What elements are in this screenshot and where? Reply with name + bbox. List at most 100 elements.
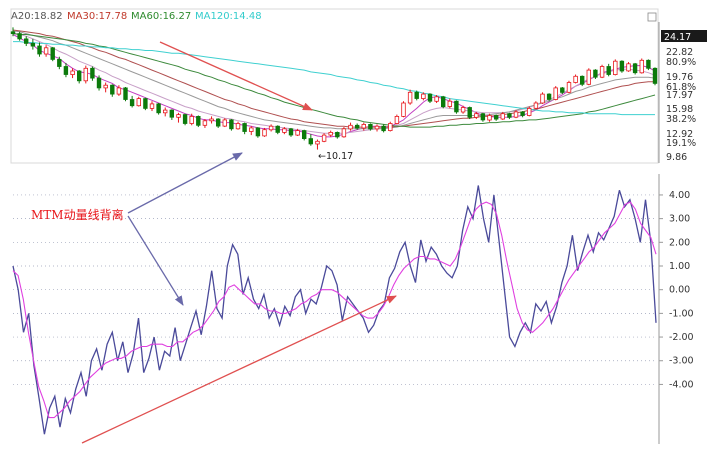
price-downtrend-arrow bbox=[159, 41, 313, 111]
candle bbox=[447, 98, 452, 109]
candle bbox=[646, 59, 651, 71]
candle bbox=[229, 119, 234, 131]
mtm-tick-label: 3.00 bbox=[669, 214, 690, 225]
candle bbox=[222, 118, 227, 128]
candle bbox=[454, 100, 459, 114]
candle bbox=[632, 62, 638, 75]
candle bbox=[341, 127, 347, 138]
candle bbox=[553, 86, 558, 101]
candle bbox=[520, 111, 525, 118]
candle bbox=[613, 59, 618, 76]
moving-average-lines bbox=[12, 29, 656, 138]
price-tick: 80.9% bbox=[666, 57, 696, 68]
candle bbox=[321, 133, 327, 143]
candle bbox=[149, 101, 155, 112]
legend-ma30: MA30:17.78 bbox=[67, 11, 127, 22]
candle bbox=[182, 113, 188, 126]
series-line-mtmma bbox=[12, 201, 657, 419]
candle bbox=[401, 101, 406, 118]
candle bbox=[90, 66, 95, 81]
candle bbox=[23, 36, 29, 47]
candle bbox=[169, 109, 174, 120]
mtm-tick-label: 1.00 bbox=[669, 261, 690, 272]
low-price-marker: ←10.17 bbox=[318, 151, 353, 162]
mtm-tick-label: 4.00 bbox=[669, 190, 690, 201]
kline-mtm-chart: A20:18.82 MA30:17.78 MA60:16.27 MA120:14… bbox=[10, 8, 707, 444]
candle bbox=[626, 62, 631, 72]
candle bbox=[440, 95, 446, 109]
ma-legend: A20:18.82 MA30:17.78 MA60:16.27 MA120:14… bbox=[11, 11, 262, 22]
candle bbox=[268, 124, 274, 132]
candle bbox=[83, 65, 88, 84]
candle bbox=[77, 70, 82, 84]
price-tick: 19.1% bbox=[666, 138, 696, 149]
series-line-mtm bbox=[12, 185, 657, 435]
legend-ma20: A20:18.82 bbox=[11, 11, 63, 22]
ma-line-ma20 bbox=[12, 30, 656, 130]
candle bbox=[209, 116, 214, 124]
price-tick: 17.97 bbox=[666, 90, 693, 101]
candle bbox=[242, 122, 247, 135]
mtm-lines bbox=[12, 185, 657, 435]
candle bbox=[196, 115, 201, 128]
divergence-arrow-to-mtm bbox=[127, 215, 184, 306]
candle bbox=[606, 63, 611, 77]
price-tick: 9.86 bbox=[666, 152, 687, 163]
candle bbox=[288, 127, 294, 137]
candle bbox=[467, 106, 472, 120]
candle bbox=[533, 101, 539, 110]
mtm-tick-label: -3.00 bbox=[669, 356, 694, 367]
price-panel bbox=[10, 8, 659, 164]
candle bbox=[573, 74, 578, 84]
candle bbox=[70, 68, 75, 79]
candle bbox=[381, 124, 386, 133]
mtm-tick-label: -1.00 bbox=[669, 308, 694, 319]
candle bbox=[50, 46, 55, 62]
candle bbox=[394, 114, 400, 125]
candle bbox=[493, 114, 499, 121]
candle bbox=[586, 68, 591, 86]
candle bbox=[652, 67, 658, 86]
ma-line-ma5 bbox=[12, 34, 656, 138]
candle bbox=[507, 112, 512, 120]
price-axis: 22.82 80.9% 19.76 61.8% 17.97 15.98 38.2… bbox=[666, 47, 696, 163]
candle bbox=[103, 82, 108, 93]
ma-line-ma30 bbox=[12, 29, 655, 128]
candle bbox=[162, 107, 168, 117]
candle bbox=[427, 93, 433, 104]
candle bbox=[639, 58, 644, 74]
candle bbox=[361, 122, 366, 131]
candle bbox=[37, 42, 42, 57]
current-price-label: 24.17 bbox=[664, 32, 691, 43]
candle bbox=[129, 95, 135, 108]
candle bbox=[580, 75, 585, 87]
legend-ma60: MA60:16.27 bbox=[131, 11, 191, 22]
candle bbox=[143, 97, 148, 111]
candle bbox=[43, 45, 49, 57]
candle bbox=[136, 96, 141, 107]
candle bbox=[619, 60, 625, 73]
candle bbox=[527, 106, 532, 117]
candle bbox=[540, 92, 545, 104]
candle bbox=[235, 121, 241, 130]
ma-line-ma120 bbox=[13, 41, 655, 116]
candle bbox=[407, 89, 413, 105]
candle bbox=[156, 103, 161, 115]
candle bbox=[599, 64, 605, 79]
legend-ma120: MA120:14.48 bbox=[195, 11, 262, 22]
candle bbox=[308, 134, 313, 146]
candle bbox=[57, 56, 62, 70]
candle bbox=[348, 122, 353, 131]
mtm-tick-label: 0.00 bbox=[669, 285, 690, 296]
price-panel-close-box[interactable] bbox=[647, 12, 657, 22]
candle bbox=[215, 118, 221, 128]
candle bbox=[17, 31, 22, 41]
candle bbox=[249, 126, 254, 136]
candle bbox=[30, 38, 36, 50]
candle bbox=[593, 69, 598, 79]
candle bbox=[301, 129, 307, 141]
candle bbox=[335, 131, 340, 139]
candle bbox=[328, 130, 333, 137]
candle bbox=[480, 112, 486, 122]
mtm-tick-label: 2.00 bbox=[669, 237, 690, 248]
